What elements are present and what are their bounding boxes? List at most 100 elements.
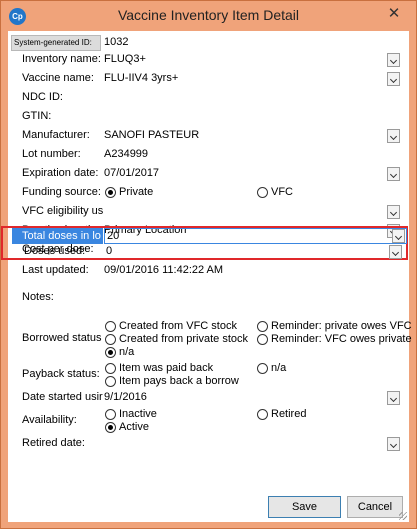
- resize-grip-icon[interactable]: [399, 512, 407, 520]
- highlight-box: Total doses in lo 20 Doses used: 0: [1, 226, 408, 260]
- borrowed-vfc-label[interactable]: Created from VFC stock: [119, 320, 237, 332]
- chevron-down-icon[interactable]: [387, 53, 400, 67]
- chevron-down-icon[interactable]: [387, 205, 400, 219]
- funding-private-label[interactable]: Private: [119, 186, 153, 198]
- borrowed-private-label[interactable]: Created from private stock: [119, 333, 248, 345]
- chevron-down-icon[interactable]: [387, 391, 400, 405]
- payback-status-row: Payback status: Item was paid back n/a I…: [8, 361, 409, 389]
- form-area: System-generated ID: 1032 Inventory name…: [1, 31, 412, 522]
- doses-used-value: 0: [106, 245, 113, 257]
- funding-source-row: Funding source: Private VFC: [8, 185, 409, 201]
- borrowed-private-radio[interactable]: [105, 334, 116, 345]
- inventory-name-value: FLUQ3+: [104, 53, 146, 65]
- retired-date-row: Retired date:: [8, 436, 409, 452]
- vfc-eligibility-label: VFC eligibility us: [22, 205, 104, 217]
- date-started-field[interactable]: 9/1/2016: [100, 390, 400, 406]
- last-updated-value: 09/01/2016 11:42:22 AM: [104, 264, 224, 276]
- date-started-row: Date started usir 9/1/2016: [8, 390, 409, 406]
- manufacturer-row: Manufacturer: SANOFI PASTEUR: [8, 128, 409, 144]
- doses-used-field[interactable]: 0: [102, 244, 402, 260]
- system-id-row: System-generated ID: 1032: [8, 35, 409, 51]
- chevron-down-icon[interactable]: [387, 129, 400, 143]
- lot-number-label: Lot number:: [22, 148, 81, 160]
- availability-inactive-label[interactable]: Inactive: [119, 408, 157, 420]
- date-started-label: Date started usir: [22, 391, 103, 403]
- funding-vfc-label[interactable]: VFC: [271, 186, 293, 198]
- total-doses-input[interactable]: 20: [104, 228, 407, 244]
- availability-active-radio[interactable]: [105, 422, 116, 433]
- inventory-name-field[interactable]: FLUQ3+: [100, 52, 400, 68]
- inventory-name-label: Inventory name:: [22, 53, 101, 65]
- manufacturer-value: SANOFI PASTEUR: [104, 129, 200, 141]
- gtin-label: GTIN:: [22, 110, 52, 122]
- payback-na-radio[interactable]: [257, 363, 268, 374]
- vaccine-name-field[interactable]: FLU-IIV4 3yrs+: [100, 71, 400, 87]
- payback-borrow-label[interactable]: Item pays back a borrow: [119, 375, 239, 387]
- date-started-value: 9/1/2016: [104, 391, 147, 403]
- expiration-date-value: 07/01/2017: [104, 167, 160, 179]
- payback-na-label[interactable]: n/a: [271, 362, 286, 374]
- title-bar[interactable]: Cp Vaccine Inventory Item Detail ✕: [1, 1, 416, 31]
- funding-vfc-radio[interactable]: [257, 187, 268, 198]
- last-updated-row: Last updated: 09/01/2016 11:42:22 AM: [8, 263, 409, 279]
- total-doses-row: Total doses in lo 20: [10, 228, 411, 244]
- vaccine-inventory-window: Cp Vaccine Inventory Item Detail ✕ Syste…: [0, 0, 417, 529]
- borrowed-status-row: Borrowed status Created from VFC stock R…: [8, 319, 412, 359]
- ndc-id-row: NDC ID:: [8, 90, 409, 106]
- borrowed-vfc-radio[interactable]: [105, 321, 116, 332]
- inventory-name-row: Inventory name: FLUQ3+: [8, 52, 409, 68]
- payback-paid-label[interactable]: Item was paid back: [119, 362, 213, 374]
- availability-active-label[interactable]: Active: [119, 421, 149, 433]
- doses-used-label: Doses used:: [24, 245, 86, 257]
- vaccine-name-value: FLU-IIV4 3yrs+: [104, 72, 179, 84]
- funding-private-radio[interactable]: [105, 187, 116, 198]
- gtin-row: GTIN:: [8, 109, 409, 125]
- availability-retired-radio[interactable]: [257, 409, 268, 420]
- total-doses-label: Total doses in lo: [12, 228, 103, 244]
- total-doses-value: 20: [107, 230, 120, 242]
- availability-inactive-radio[interactable]: [105, 409, 116, 420]
- payback-paid-radio[interactable]: [105, 363, 116, 374]
- system-id-label: System-generated ID:: [11, 35, 101, 51]
- cancel-button[interactable]: Cancel: [347, 496, 403, 518]
- ndc-id-label: NDC ID:: [22, 91, 63, 103]
- manufacturer-field[interactable]: SANOFI PASTEUR: [100, 128, 400, 144]
- chevron-down-icon[interactable]: [387, 167, 400, 181]
- close-button[interactable]: ✕: [380, 3, 408, 25]
- lot-number-row: Lot number: A234999: [8, 147, 409, 163]
- vaccine-name-label: Vaccine name:: [22, 72, 94, 84]
- system-id-value: 1032: [104, 36, 129, 48]
- reminder-vfc-owes-label[interactable]: Reminder: VFC owes private: [271, 333, 412, 345]
- vfc-eligibility-row: VFC eligibility us: [8, 204, 409, 220]
- borrowed-na-label[interactable]: n/a: [119, 346, 134, 358]
- borrowed-na-radio[interactable]: [105, 347, 116, 358]
- reminder-private-owes-label[interactable]: Reminder: private owes VFC: [271, 320, 412, 332]
- borrowed-status-label: Borrowed status: [22, 332, 102, 344]
- chevron-down-icon[interactable]: [389, 245, 402, 259]
- availability-row: Availability: Inactive Retired Active: [8, 407, 409, 435]
- lot-number-value[interactable]: A234999: [104, 148, 148, 160]
- expiration-date-row: Expiration date: 07/01/2017: [8, 166, 409, 182]
- funding-source-label: Funding source:: [22, 186, 101, 198]
- save-button[interactable]: Save: [268, 496, 341, 518]
- payback-status-label: Payback status:: [22, 368, 100, 380]
- chevron-down-icon[interactable]: [387, 437, 400, 451]
- reminder-private-owes-radio[interactable]: [257, 321, 268, 332]
- vaccine-name-row: Vaccine name: FLU-IIV4 3yrs+: [8, 71, 409, 87]
- vfc-eligibility-field[interactable]: [100, 204, 400, 220]
- availability-label: Availability:: [22, 414, 77, 426]
- payback-borrow-radio[interactable]: [105, 376, 116, 387]
- doses-used-row: Doses used: 0: [10, 244, 411, 260]
- notes-label: Notes:: [22, 291, 54, 303]
- expiration-date-label: Expiration date:: [22, 167, 99, 179]
- chevron-down-icon[interactable]: [392, 229, 405, 243]
- last-updated-label: Last updated:: [22, 264, 89, 276]
- retired-date-field[interactable]: [100, 436, 400, 452]
- chevron-down-icon[interactable]: [387, 72, 400, 86]
- notes-row: Notes:: [8, 290, 409, 306]
- expiration-date-field[interactable]: 07/01/2017: [100, 166, 400, 182]
- manufacturer-label: Manufacturer:: [22, 129, 90, 141]
- availability-retired-label[interactable]: Retired: [271, 408, 306, 420]
- reminder-vfc-owes-radio[interactable]: [257, 334, 268, 345]
- retired-date-label: Retired date:: [22, 437, 85, 449]
